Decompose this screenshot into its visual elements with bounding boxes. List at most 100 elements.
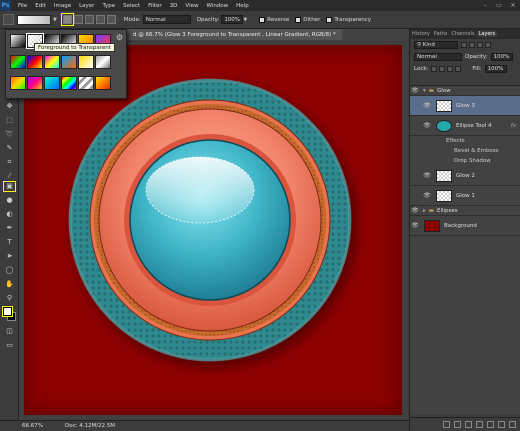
- new-group-icon[interactable]: [487, 421, 494, 428]
- effect-bevel-emboss[interactable]: Bevel & Emboss: [454, 148, 499, 154]
- type-filter-icon[interactable]: [477, 42, 483, 48]
- layer-ellipse-tool-4[interactable]: 👁 Ellipse Tool 4 fx: [410, 116, 520, 136]
- eye-icon[interactable]: 👁: [410, 207, 420, 214]
- eye-icon[interactable]: 👁: [410, 87, 420, 94]
- menu-filter[interactable]: Filter: [144, 3, 166, 9]
- gradient-picker-panel[interactable]: ⚙: [5, 29, 127, 99]
- menu-view[interactable]: View: [181, 3, 202, 9]
- tab-channels[interactable]: Channels: [449, 31, 476, 37]
- layer-glow-3[interactable]: 👁 Glow 3: [410, 96, 520, 116]
- crop-tool-icon[interactable]: ⌗: [4, 158, 15, 167]
- menu-image[interactable]: Image: [50, 3, 75, 9]
- gradient-swatch[interactable]: [44, 76, 60, 90]
- eye-icon[interactable]: 👁: [422, 102, 432, 109]
- tab-paths[interactable]: Paths: [432, 31, 450, 37]
- gradient-swatch[interactable]: [27, 55, 43, 69]
- eyedropper-tool-icon[interactable]: ⁄: [4, 172, 15, 181]
- menu-window[interactable]: Window: [202, 3, 232, 9]
- lock-paint-icon[interactable]: [439, 66, 446, 72]
- layer-background[interactable]: 👁 Background: [410, 216, 520, 236]
- adjustment-filter-icon[interactable]: [469, 42, 475, 48]
- gear-icon[interactable]: ⚙: [116, 33, 123, 42]
- gradient-swatch[interactable]: [95, 76, 111, 90]
- fill-field[interactable]: 100%: [484, 65, 507, 73]
- linear-gradient-button[interactable]: [60, 13, 74, 26]
- dodge-tool-icon[interactable]: ◐: [4, 210, 15, 219]
- add-style-icon[interactable]: [454, 421, 461, 428]
- transparency-checkbox[interactable]: [326, 16, 333, 23]
- angle-gradient-button[interactable]: [84, 15, 94, 24]
- effect-drop-shadow[interactable]: Drop Shadow: [454, 158, 491, 164]
- menu-edit[interactable]: Edit: [31, 3, 50, 9]
- lock-position-icon[interactable]: [447, 66, 454, 72]
- radial-gradient-button[interactable]: [73, 15, 83, 24]
- opacity-field[interactable]: 100%: [221, 15, 244, 24]
- new-layer-icon[interactable]: [498, 421, 505, 428]
- gradient-tool-icon[interactable]: ▣: [3, 181, 16, 192]
- canvas[interactable]: [24, 45, 402, 415]
- gradient-swatch[interactable]: [27, 76, 43, 90]
- opacity-chevron-icon[interactable]: ▼: [243, 17, 247, 23]
- reverse-checkbox[interactable]: [259, 16, 266, 23]
- menu-select[interactable]: Select: [119, 3, 144, 9]
- maximize-button[interactable]: ▭: [492, 2, 506, 9]
- type-tool-icon[interactable]: T: [4, 238, 15, 247]
- path-select-tool-icon[interactable]: ➤: [4, 252, 15, 261]
- move-tool-icon[interactable]: ✥: [4, 102, 15, 111]
- eye-icon[interactable]: 👁: [422, 172, 432, 179]
- chevron-down-icon[interactable]: ▾: [423, 88, 426, 94]
- gradient-swatch[interactable]: [44, 55, 60, 69]
- tab-layers[interactable]: Layers: [476, 31, 498, 37]
- gradient-swatch[interactable]: [78, 55, 94, 69]
- menu-help[interactable]: Help: [232, 3, 253, 9]
- eye-icon[interactable]: 👁: [422, 192, 432, 199]
- eye-icon[interactable]: 👁: [410, 222, 420, 229]
- pixel-filter-icon[interactable]: [461, 42, 467, 48]
- screen-mode-icon[interactable]: ▭: [4, 341, 15, 350]
- chevron-down-icon[interactable]: ▼: [53, 17, 57, 23]
- gradient-tool-preset-icon[interactable]: [3, 14, 14, 25]
- zoom-level[interactable]: 66.67%: [22, 423, 43, 429]
- gradient-swatch[interactable]: [95, 55, 111, 69]
- hand-tool-icon[interactable]: ✋: [4, 280, 15, 289]
- kind-filter-select[interactable]: ⚲ Kind: [414, 41, 458, 49]
- pen-tool-icon[interactable]: ✒: [4, 224, 15, 233]
- reflected-gradient-button[interactable]: [95, 15, 105, 24]
- adjustment-layer-icon[interactable]: [476, 421, 483, 428]
- blend-mode-select[interactable]: Normal: [414, 53, 462, 61]
- link-layers-icon[interactable]: [443, 421, 450, 428]
- ellipse-tool-icon[interactable]: ◯: [4, 266, 15, 275]
- gradient-preview[interactable]: [17, 14, 51, 25]
- menu-type[interactable]: Type: [98, 3, 119, 9]
- document-tab[interactable]: d @ 66.7% (Glow 3 Foreground to Transpar…: [127, 29, 342, 40]
- trash-icon[interactable]: [509, 421, 516, 428]
- add-mask-icon[interactable]: [465, 421, 472, 428]
- eye-icon[interactable]: 👁: [422, 122, 432, 129]
- menu-file[interactable]: File: [14, 3, 31, 9]
- lock-all-icon[interactable]: [455, 66, 462, 72]
- fx-icon[interactable]: fx: [511, 123, 516, 129]
- mode-select[interactable]: Normal: [142, 15, 191, 24]
- chevron-right-icon[interactable]: ▸: [423, 208, 426, 214]
- lasso-tool-icon[interactable]: ➰: [4, 130, 15, 139]
- diamond-gradient-button[interactable]: [106, 15, 116, 24]
- menu-layer[interactable]: Layer: [75, 3, 98, 9]
- gradient-swatch[interactable]: [78, 76, 94, 90]
- blur-tool-icon[interactable]: ●: [4, 196, 15, 205]
- gradient-swatch[interactable]: [61, 55, 77, 69]
- gradient-swatch[interactable]: [10, 76, 26, 90]
- tab-history[interactable]: History: [410, 31, 432, 37]
- close-button[interactable]: ✕: [506, 2, 520, 9]
- layer-opacity-field[interactable]: 100%: [490, 53, 513, 61]
- lock-pixels-icon[interactable]: [431, 66, 438, 72]
- menu-3d[interactable]: 3D: [166, 3, 182, 9]
- layer-glow-2[interactable]: 👁 Glow 2: [410, 166, 520, 186]
- quick-mask-icon[interactable]: ◫: [4, 327, 15, 336]
- marquee-tool-icon[interactable]: ⬚: [4, 116, 15, 125]
- zoom-tool-icon[interactable]: ⚲: [4, 294, 15, 303]
- layer-glow-1[interactable]: 👁 Glow 1: [410, 186, 520, 206]
- dither-checkbox[interactable]: [295, 16, 302, 23]
- gradient-swatch[interactable]: [10, 55, 26, 69]
- gradient-swatch[interactable]: [61, 76, 77, 90]
- layer-group-ellipses[interactable]: 👁 ▸ ▬ Ellipses: [410, 206, 520, 216]
